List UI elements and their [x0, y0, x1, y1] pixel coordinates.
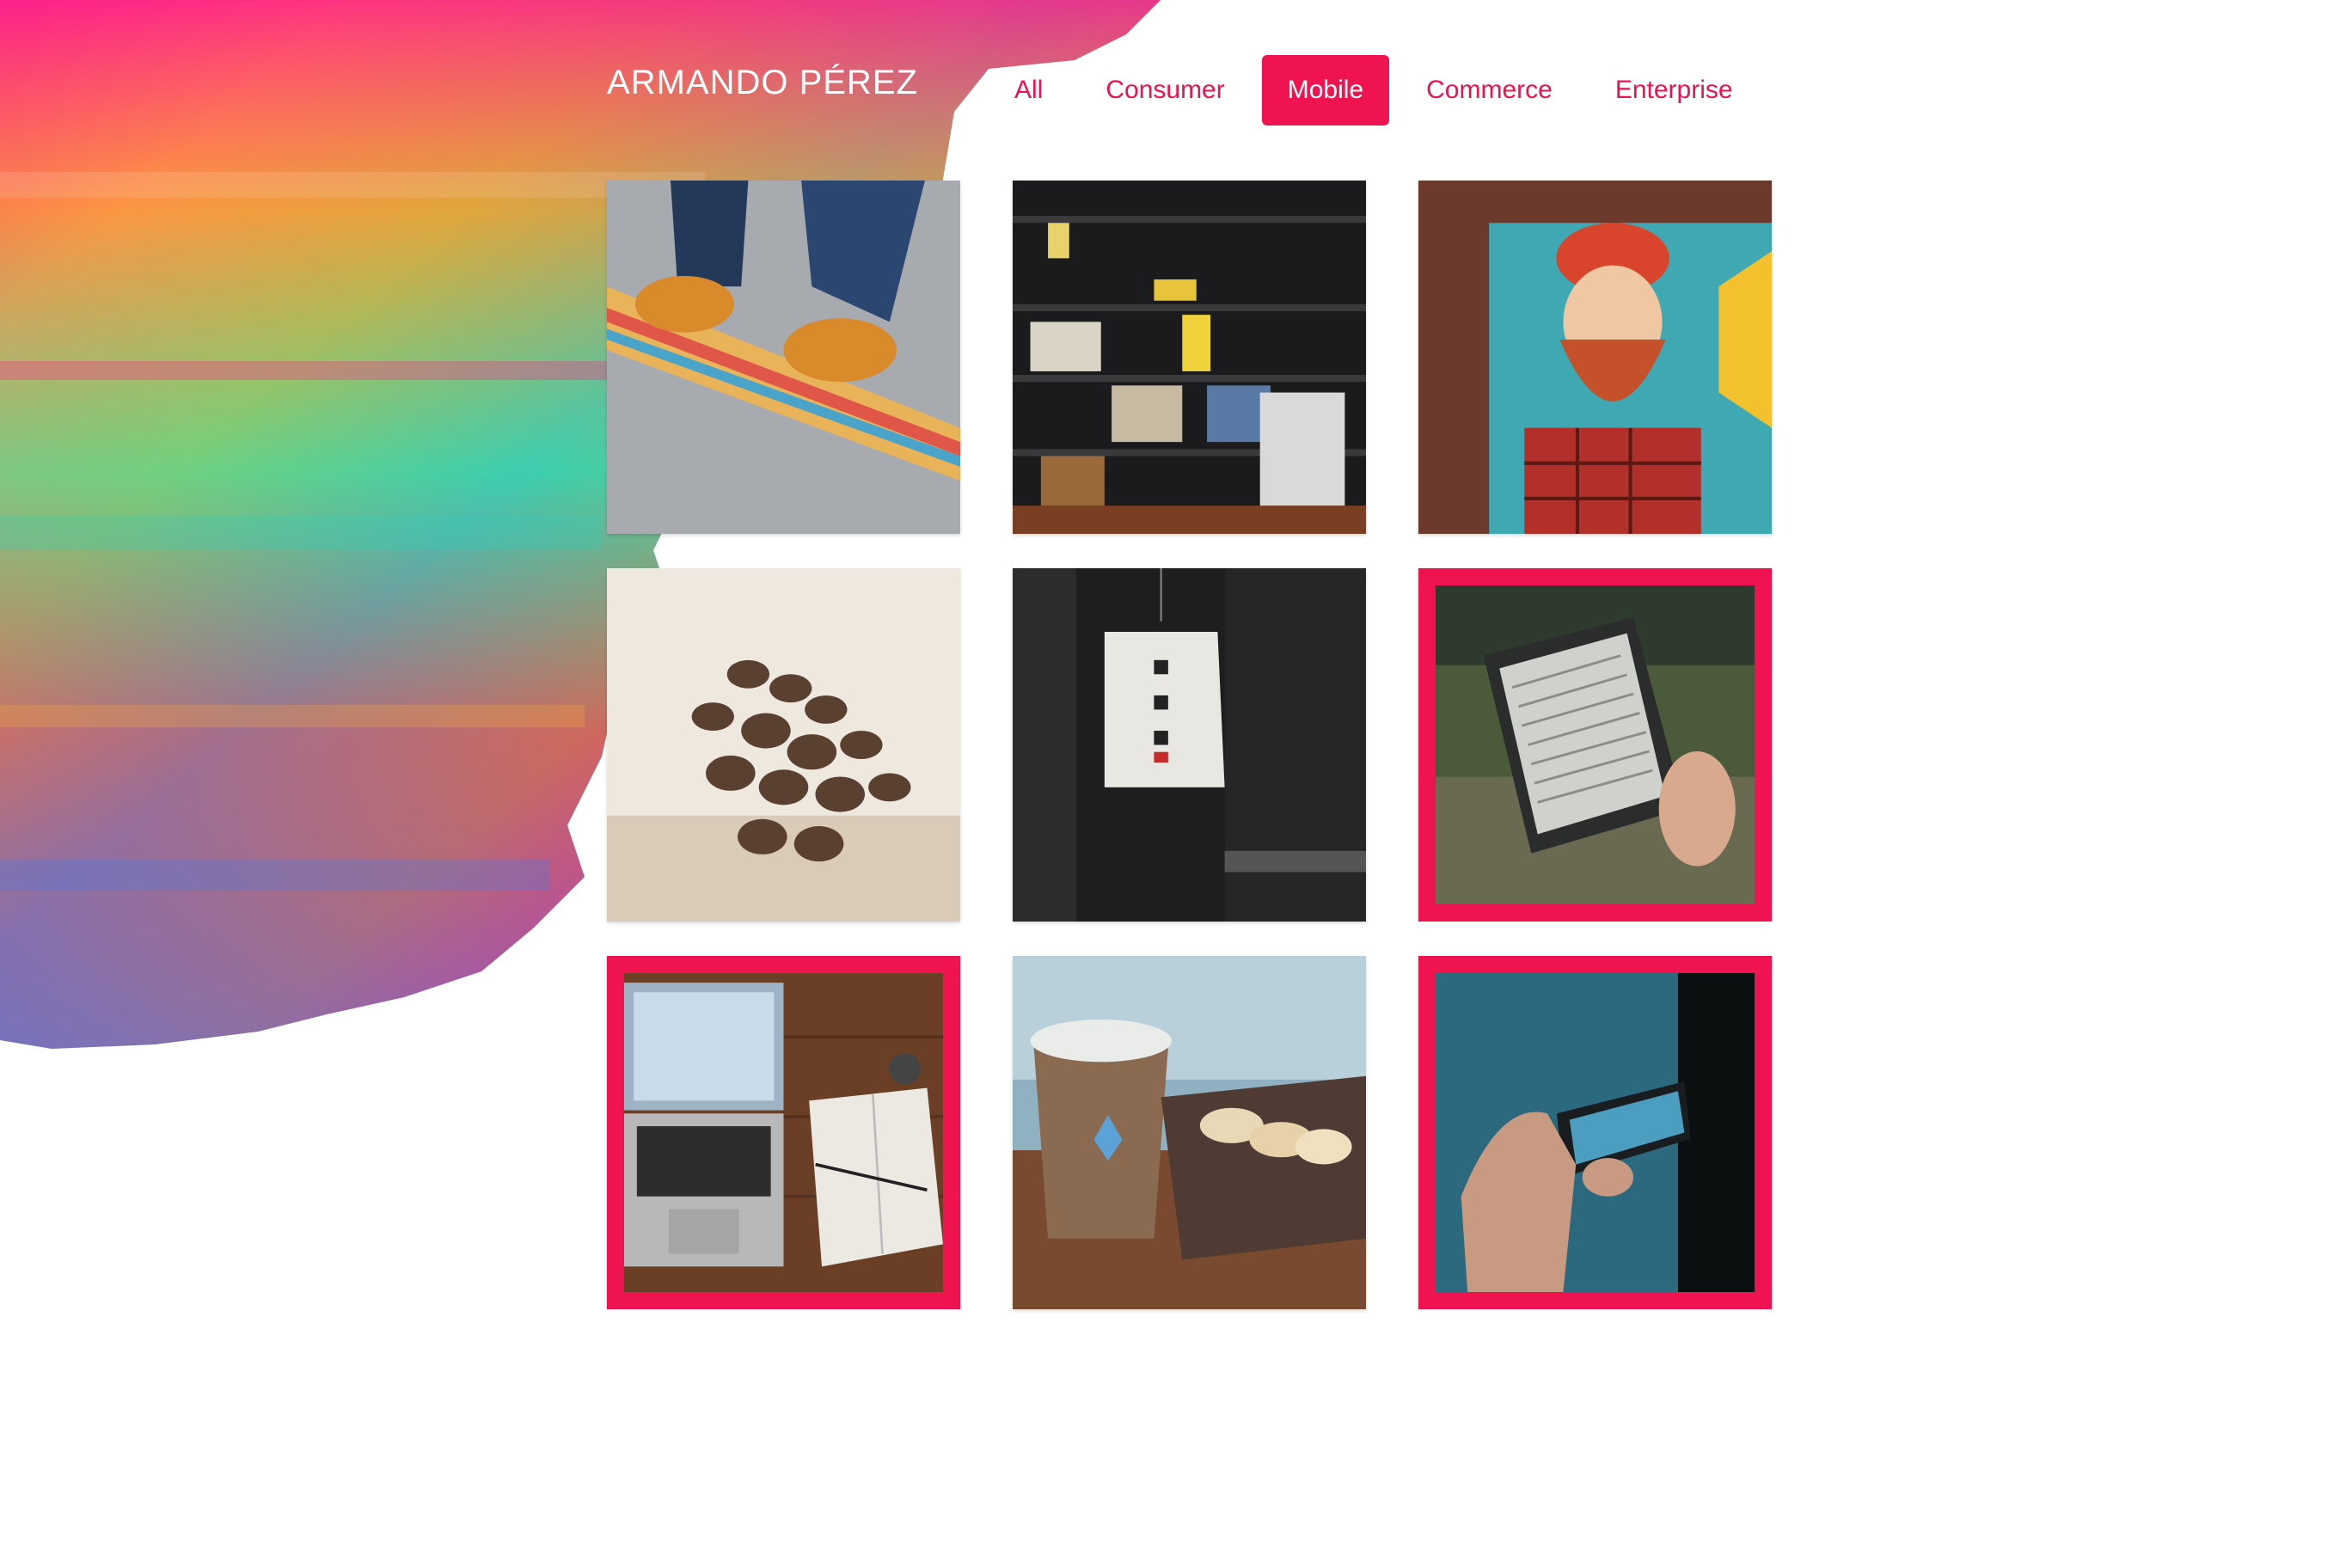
site-header: ARMANDO PÉREZ All Consumer Mobile Commer…: [0, 0, 2352, 172]
tile-coffee-beans[interactable]: [607, 568, 960, 922]
bearded-man-mural-image: [1418, 181, 1772, 534]
paper-lantern-image: [1013, 568, 1366, 922]
tile-skateboard-shoes[interactable]: [607, 181, 960, 534]
filter-all[interactable]: All: [989, 55, 1069, 126]
filter-nav: All Consumer Mobile Commerce Enterprise: [989, 55, 1770, 126]
tile-ereader[interactable]: [1418, 568, 1772, 922]
site-brand[interactable]: ARMANDO PÉREZ: [607, 64, 918, 102]
coffee-beans-image: [607, 568, 960, 922]
ereader-image: [1436, 585, 1755, 904]
laptop-notebook-image: [624, 973, 943, 1292]
coffee-cup-macarons-image: [1013, 956, 1366, 1309]
tile-laptop-notebook[interactable]: [607, 956, 960, 1309]
filter-consumer[interactable]: Consumer: [1080, 55, 1250, 126]
phone-in-hand-image: [1436, 973, 1755, 1292]
filter-mobile[interactable]: Mobile: [1261, 55, 1390, 126]
portfolio-page: ARMANDO PÉREZ All Consumer Mobile Commer…: [0, 0, 2352, 1568]
tile-bearded-man-mural[interactable]: [1418, 181, 1772, 534]
filter-enterprise[interactable]: Enterprise: [1589, 55, 1759, 126]
bookshelf-image: [1013, 181, 1366, 534]
tile-paper-lantern[interactable]: [1013, 568, 1366, 922]
tile-coffee-macarons[interactable]: [1013, 956, 1366, 1309]
tile-bookshelf[interactable]: [1013, 181, 1366, 534]
portfolio-grid: [607, 181, 1773, 1309]
tile-phone-in-hand[interactable]: [1418, 956, 1772, 1309]
skateboard-shoes-image: [607, 181, 960, 534]
filter-commerce[interactable]: Commerce: [1400, 55, 1578, 126]
